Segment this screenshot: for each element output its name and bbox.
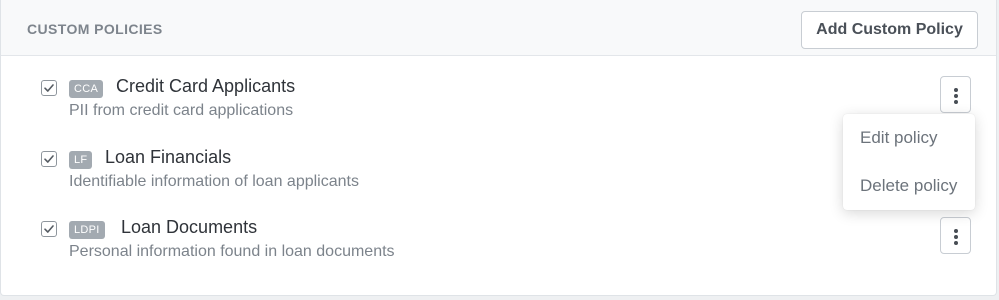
policy-actions-button[interactable] [940, 76, 971, 113]
policy-actions-button[interactable] [940, 217, 971, 254]
policy-checkbox[interactable] [41, 80, 57, 96]
policy-badge: LDPI [69, 221, 105, 239]
policy-badge: LF [69, 151, 93, 169]
panel-header: CUSTOM POLICIES Add Custom Policy [1, 0, 996, 56]
policy-name: Credit Card Applicants [116, 76, 296, 96]
vertical-ellipsis-icon [954, 229, 958, 247]
custom-policies-panel: CUSTOM POLICIES Add Custom Policy CCA Cr… [0, 0, 997, 296]
checkmark-icon [44, 225, 54, 233]
policy-checkbox[interactable] [41, 221, 57, 237]
checkmark-icon [44, 155, 54, 163]
add-custom-policy-button[interactable]: Add Custom Policy [801, 11, 978, 49]
section-title: CUSTOM POLICIES [27, 21, 163, 37]
policy-checkbox[interactable] [41, 151, 57, 167]
policy-description: Identifiable information of loan applica… [69, 173, 359, 190]
policy-name: Loan Documents [121, 217, 258, 237]
delete-policy-menu-item[interactable]: Delete policy [860, 176, 957, 196]
policy-name: Loan Financials [105, 147, 232, 167]
edit-policy-menu-item[interactable]: Edit policy [860, 128, 937, 148]
policy-row-ldpi: LDPI Loan Documents Personal information… [1, 217, 996, 273]
policy-description: Personal information found in loan docum… [69, 243, 395, 260]
policy-badge: CCA [69, 80, 104, 98]
vertical-ellipsis-icon [954, 88, 958, 106]
policy-context-menu: Edit policy Delete policy [843, 114, 975, 210]
checkmark-icon [44, 84, 54, 92]
policy-description: PII from credit card applications [69, 102, 294, 119]
